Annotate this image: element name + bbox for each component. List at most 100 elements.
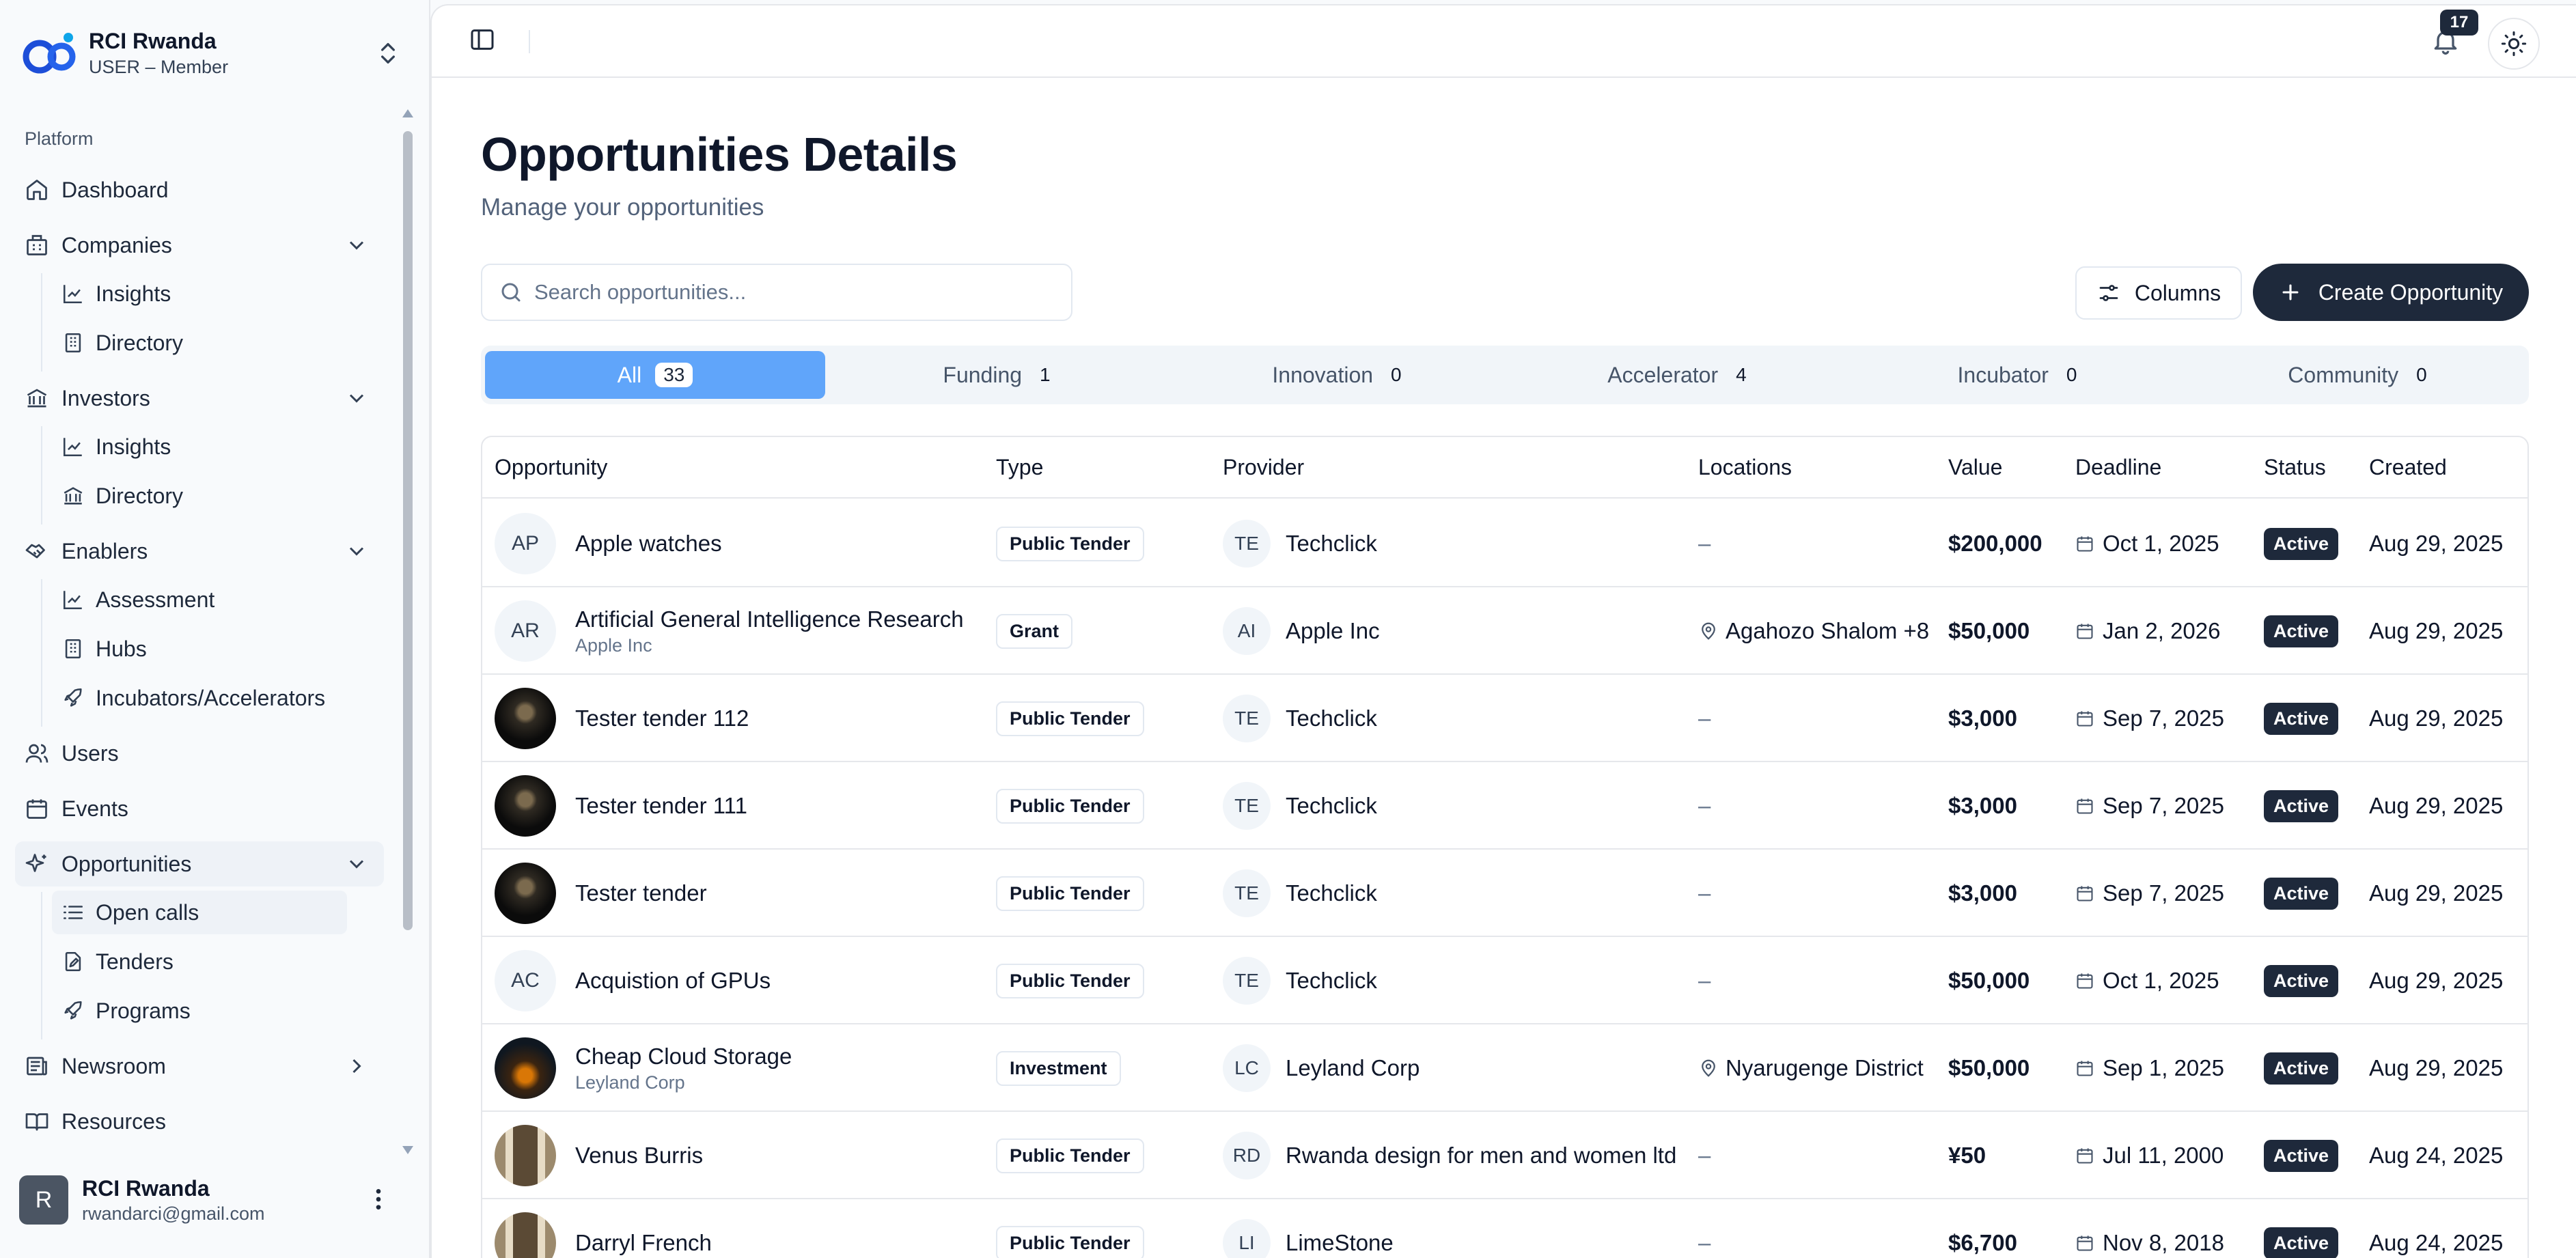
cell-status: Active xyxy=(2264,1112,2339,1199)
sidebar-item-newsroom[interactable]: Newsroom xyxy=(15,1044,384,1089)
theme-toggle-button[interactable] xyxy=(2488,18,2540,70)
sidebar-item-events[interactable]: Events xyxy=(15,786,384,831)
column-header-type[interactable]: Type xyxy=(996,455,1043,480)
sidebar-item-enablers-incubators[interactable]: Incubators/Accelerators xyxy=(52,676,347,720)
opportunity-name[interactable]: Artificial General Intelligence Research xyxy=(575,605,964,634)
sidebar-item-label: Tenders xyxy=(96,949,174,974)
column-header-provider[interactable]: Provider xyxy=(1223,455,1304,480)
chevron-down-icon[interactable] xyxy=(344,539,369,563)
chevrons-up-down-icon[interactable] xyxy=(374,40,402,67)
sidebar-item-companies[interactable]: Companies xyxy=(15,223,384,268)
chevron-down-icon[interactable] xyxy=(344,386,369,410)
cell-type: Public Tender xyxy=(996,937,1144,1024)
cell-provider: TE Techclick xyxy=(1223,937,1377,1024)
sidebar-item-enablers-hubs[interactable]: Hubs xyxy=(52,627,347,671)
cell-opportunity: AR Artificial General Intelligence Resear… xyxy=(495,587,964,675)
tab-accelerator[interactable]: Accelerator 4 xyxy=(1507,351,1847,399)
opportunity-image xyxy=(495,1037,556,1099)
sidebar-item-open-calls[interactable]: Open calls xyxy=(52,891,347,934)
cell-deadline: Oct 1, 2025 xyxy=(2075,937,2219,1024)
sidebar-item-resources[interactable]: Resources xyxy=(15,1099,384,1144)
sidebar-item-tenders[interactable]: Tenders xyxy=(52,940,347,983)
column-header-created[interactable]: Created xyxy=(2369,455,2447,480)
columns-button[interactable]: Columns xyxy=(2075,266,2242,320)
opportunity-name[interactable]: Apple watches xyxy=(575,529,722,558)
cell-created: Aug 29, 2025 xyxy=(2369,587,2503,675)
opportunity-name[interactable]: Tester tender 112 xyxy=(575,704,749,733)
table-row[interactable]: AP Apple watches Public Tender TE Techclick –… xyxy=(482,500,2527,587)
sidebar-item-dashboard[interactable]: Dashboard xyxy=(15,167,384,212)
cell-value: $3,000 xyxy=(1948,762,2017,850)
sparkles-icon xyxy=(25,854,46,872)
sidebar-item-investors-directory[interactable]: Directory xyxy=(52,474,347,518)
tab-incubator[interactable]: Incubator 0 xyxy=(1847,351,2187,399)
search-input[interactable] xyxy=(534,280,1053,305)
opportunity-name[interactable]: Venus Burris xyxy=(575,1141,703,1170)
opportunity-name[interactable]: Darryl French xyxy=(575,1229,712,1257)
cell-status: Active xyxy=(2264,762,2339,850)
more-vertical-icon[interactable] xyxy=(365,1186,392,1213)
tab-innovation[interactable]: Innovation 0 xyxy=(1167,351,1507,399)
scroll-up-arrow-icon[interactable] xyxy=(402,109,413,117)
create-opportunity-button[interactable]: Create Opportunity xyxy=(2253,264,2529,321)
sidebar-toggle-icon[interactable] xyxy=(469,26,496,53)
user-menu[interactable]: R RCI Rwanda rwandarci@gmail.com xyxy=(19,1169,402,1231)
cell-value: $6,700 xyxy=(1948,1199,2017,1258)
table-row[interactable]: AC Acquistion of GPUs Public Tender TE Techc… xyxy=(482,937,2527,1024)
cell-opportunity: Tester tender 112 xyxy=(495,675,749,762)
value-text: $3,000 xyxy=(1948,705,2017,731)
sidebar-item-companies-insights[interactable]: Insights xyxy=(52,272,347,316)
tab-all[interactable]: All 33 xyxy=(485,351,825,399)
table-row[interactable]: Tester tender Public Tender TE Techclick – $3… xyxy=(482,850,2527,937)
opportunity-name[interactable]: Cheap Cloud Storage xyxy=(575,1042,792,1071)
sidebar-item-investors[interactable]: Investors xyxy=(15,376,384,421)
column-header-value[interactable]: Value xyxy=(1948,455,2002,480)
column-header-opportunity[interactable]: Opportunity xyxy=(495,455,607,480)
value-text: $3,000 xyxy=(1948,793,2017,818)
sidebar-item-companies-directory[interactable]: Directory xyxy=(52,321,347,365)
chevron-right-icon[interactable] xyxy=(344,1054,369,1078)
chevron-down-icon[interactable] xyxy=(344,852,369,876)
column-header-status[interactable]: Status xyxy=(2264,455,2326,480)
table-row[interactable]: Tester tender 112 Public Tender TE Techclic… xyxy=(482,675,2527,762)
table-row[interactable]: Cheap Cloud Storage Leyland Corp Investmen… xyxy=(482,1024,2527,1112)
cell-created: Aug 29, 2025 xyxy=(2369,937,2503,1024)
cell-provider: AI Apple Inc xyxy=(1223,587,1380,675)
sidebar-item-enablers[interactable]: Enablers xyxy=(15,529,384,574)
deadline-text: Oct 1, 2025 xyxy=(2103,968,2219,993)
value-text: $50,000 xyxy=(1948,618,2030,643)
sidebar-item-opportunities[interactable]: Opportunities xyxy=(15,841,384,886)
location-text: – xyxy=(1698,705,1711,731)
scroll-thumb[interactable] xyxy=(403,131,413,930)
building-icon xyxy=(27,235,47,255)
sidebar-item-users[interactable]: Users xyxy=(15,731,384,776)
table-row[interactable]: AR Artificial General Intelligence Resear… xyxy=(482,587,2527,675)
deadline-text: Sep 1, 2025 xyxy=(2103,1055,2224,1080)
tab-funding[interactable]: Funding 1 xyxy=(827,351,1167,399)
table-row[interactable]: Darryl French Public Tender LI LimeStone – $6… xyxy=(482,1199,2527,1258)
opportunity-name[interactable]: Acquistion of GPUs xyxy=(575,966,771,995)
calendar-icon xyxy=(2077,1061,2093,1076)
opportunity-subtitle: Leyland Corp xyxy=(575,1072,685,1093)
tab-community[interactable]: Community 0 xyxy=(2187,351,2527,399)
column-header-locations[interactable]: Locations xyxy=(1698,455,1792,480)
tab-label: Incubator xyxy=(1957,362,2049,387)
table-row[interactable]: Venus Burris Public Tender RD Rwanda design… xyxy=(482,1112,2527,1199)
cell-deadline: Sep 7, 2025 xyxy=(2075,850,2224,937)
sidebar-scrollbar[interactable] xyxy=(400,109,415,1154)
sidebar-item-investors-insights[interactable]: Insights xyxy=(52,425,347,469)
scroll-down-arrow-icon[interactable] xyxy=(402,1146,413,1154)
sub-nav-line xyxy=(41,892,42,1039)
opportunity-name[interactable]: Tester tender xyxy=(575,879,707,908)
type-badge: Public Tender xyxy=(996,1138,1144,1173)
chevron-down-icon[interactable] xyxy=(344,233,369,257)
type-badge: Public Tender xyxy=(996,1225,1144,1258)
org-switcher[interactable]: RCI Rwanda USER – Member xyxy=(19,25,402,82)
sidebar-item-programs[interactable]: Programs xyxy=(52,989,347,1033)
table-row[interactable]: Tester tender 111 Public Tender TE Techclic… xyxy=(482,762,2527,850)
status-badge: Active xyxy=(2264,1227,2339,1258)
tab-count: 0 xyxy=(1391,364,1402,385)
opportunity-name[interactable]: Tester tender 111 xyxy=(575,792,747,820)
column-header-deadline[interactable]: Deadline xyxy=(2075,455,2161,480)
sidebar-item-enablers-assessment[interactable]: Assessment xyxy=(52,578,347,621)
